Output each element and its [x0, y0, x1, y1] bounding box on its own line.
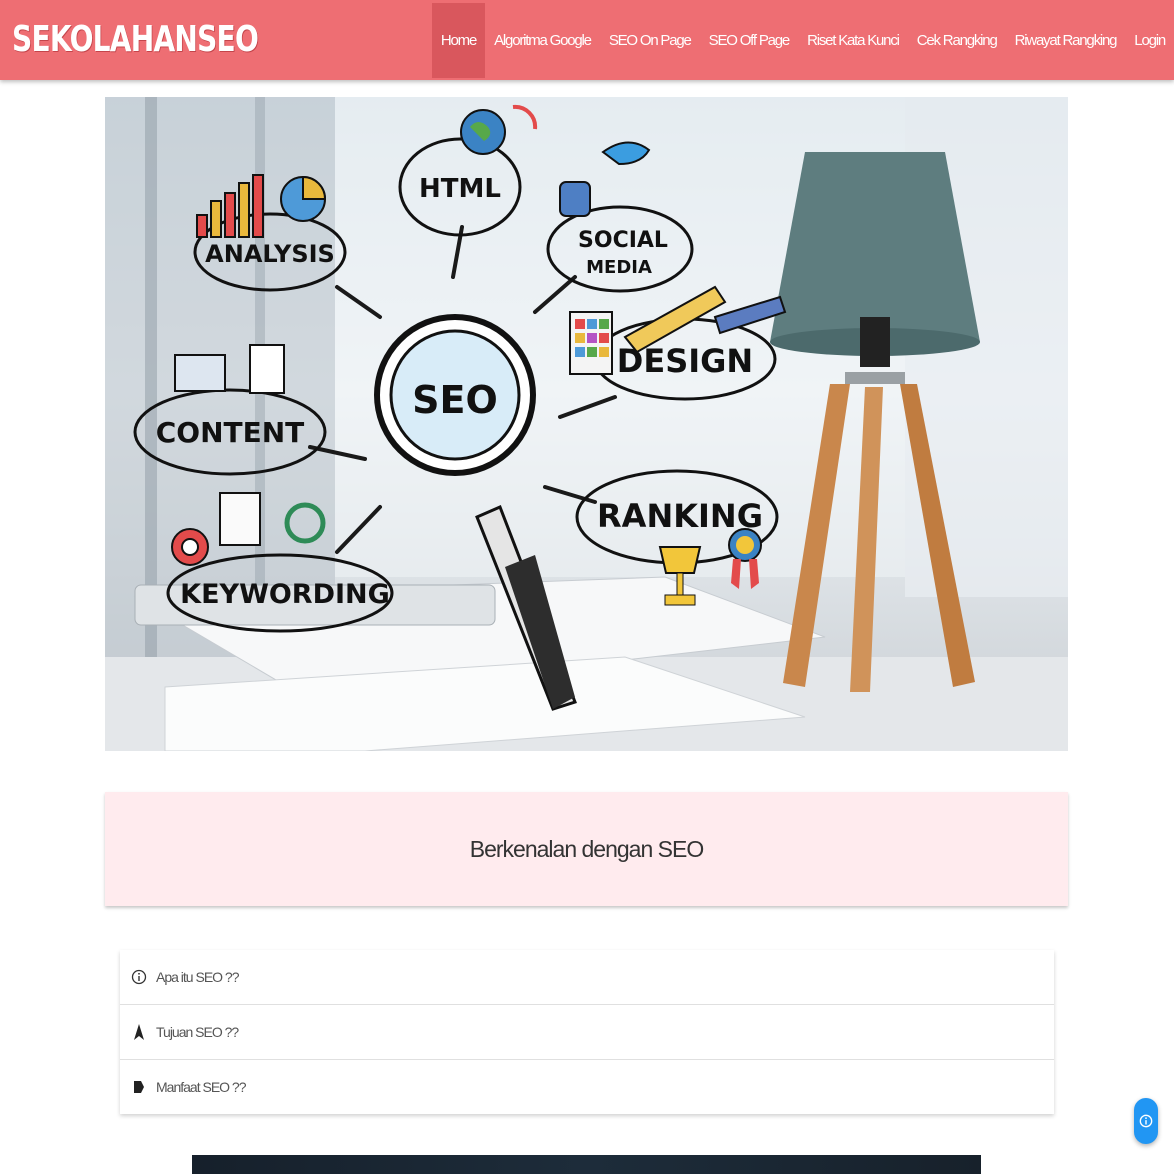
nav-item-seo-off-page[interactable]: SEO Off Page — [700, 3, 798, 78]
seo-label: SEO — [412, 378, 498, 422]
keywording-label: KEYWORDING — [180, 579, 390, 610]
hero-illustration: SEO HTML ANALYSIS SOCIAL MEDIA DESIGN CO… — [105, 97, 1068, 751]
analysis-label: ANALYSIS — [205, 240, 335, 268]
section-title: Berkenalan dengan SEO — [469, 836, 704, 862]
top-navbar: SEKOLAHANSEO Home Algoritma Google SEO O… — [0, 0, 1174, 80]
section-title-card: Berkenalan dengan SEO — [105, 792, 1068, 906]
collapsible-item-manfaat-seo[interactable]: Manfaat SEO ?? — [120, 1060, 1054, 1114]
social-label: SOCIAL — [578, 228, 668, 253]
label-tag-icon — [130, 1077, 148, 1097]
ranking-label: RANKING — [597, 497, 763, 535]
info-icon — [1139, 1114, 1153, 1128]
navigation-arrow-icon — [130, 1022, 148, 1042]
floating-info-button[interactable] — [1134, 1098, 1158, 1144]
nav-item-login[interactable]: Login — [1125, 3, 1174, 78]
video-embed[interactable] — [192, 1155, 981, 1174]
nav-item-riwayat-rangking[interactable]: Riwayat Rangking — [1006, 3, 1126, 78]
hero-image: SEO HTML ANALYSIS SOCIAL MEDIA DESIGN CO… — [105, 97, 1068, 751]
content-label: CONTENT — [156, 416, 305, 449]
nav-item-cek-rangking[interactable]: Cek Rangking — [908, 3, 1006, 78]
nav-item-riset-kata-kunci[interactable]: Riset Kata Kunci — [798, 3, 908, 78]
nav-item-seo-on-page[interactable]: SEO On Page — [600, 3, 700, 78]
media-label: MEDIA — [586, 257, 652, 278]
info-icon — [130, 967, 148, 987]
collapsible-item-apa-itu-seo[interactable]: Apa itu SEO ?? — [120, 950, 1054, 1005]
nav-item-home[interactable]: Home — [431, 3, 486, 78]
design-label: DESIGN — [617, 342, 753, 380]
brand-logo[interactable]: SEKOLAHANSEO — [12, 18, 259, 62]
faq-collapsible: Apa itu SEO ?? Tujuan SEO ?? Manfaat SEO… — [120, 950, 1054, 1114]
collapsible-item-label: Tujuan SEO ?? — [156, 1024, 239, 1040]
collapsible-item-tujuan-seo[interactable]: Tujuan SEO ?? — [120, 1005, 1054, 1060]
nav-menu: Home Algoritma Google SEO On Page SEO Of… — [431, 3, 1174, 78]
collapsible-item-label: Apa itu SEO ?? — [156, 969, 240, 985]
collapsible-item-label: Manfaat SEO ?? — [156, 1079, 247, 1095]
nav-item-algoritma-google[interactable]: Algoritma Google — [485, 3, 600, 78]
html-label: HTML — [419, 174, 501, 204]
